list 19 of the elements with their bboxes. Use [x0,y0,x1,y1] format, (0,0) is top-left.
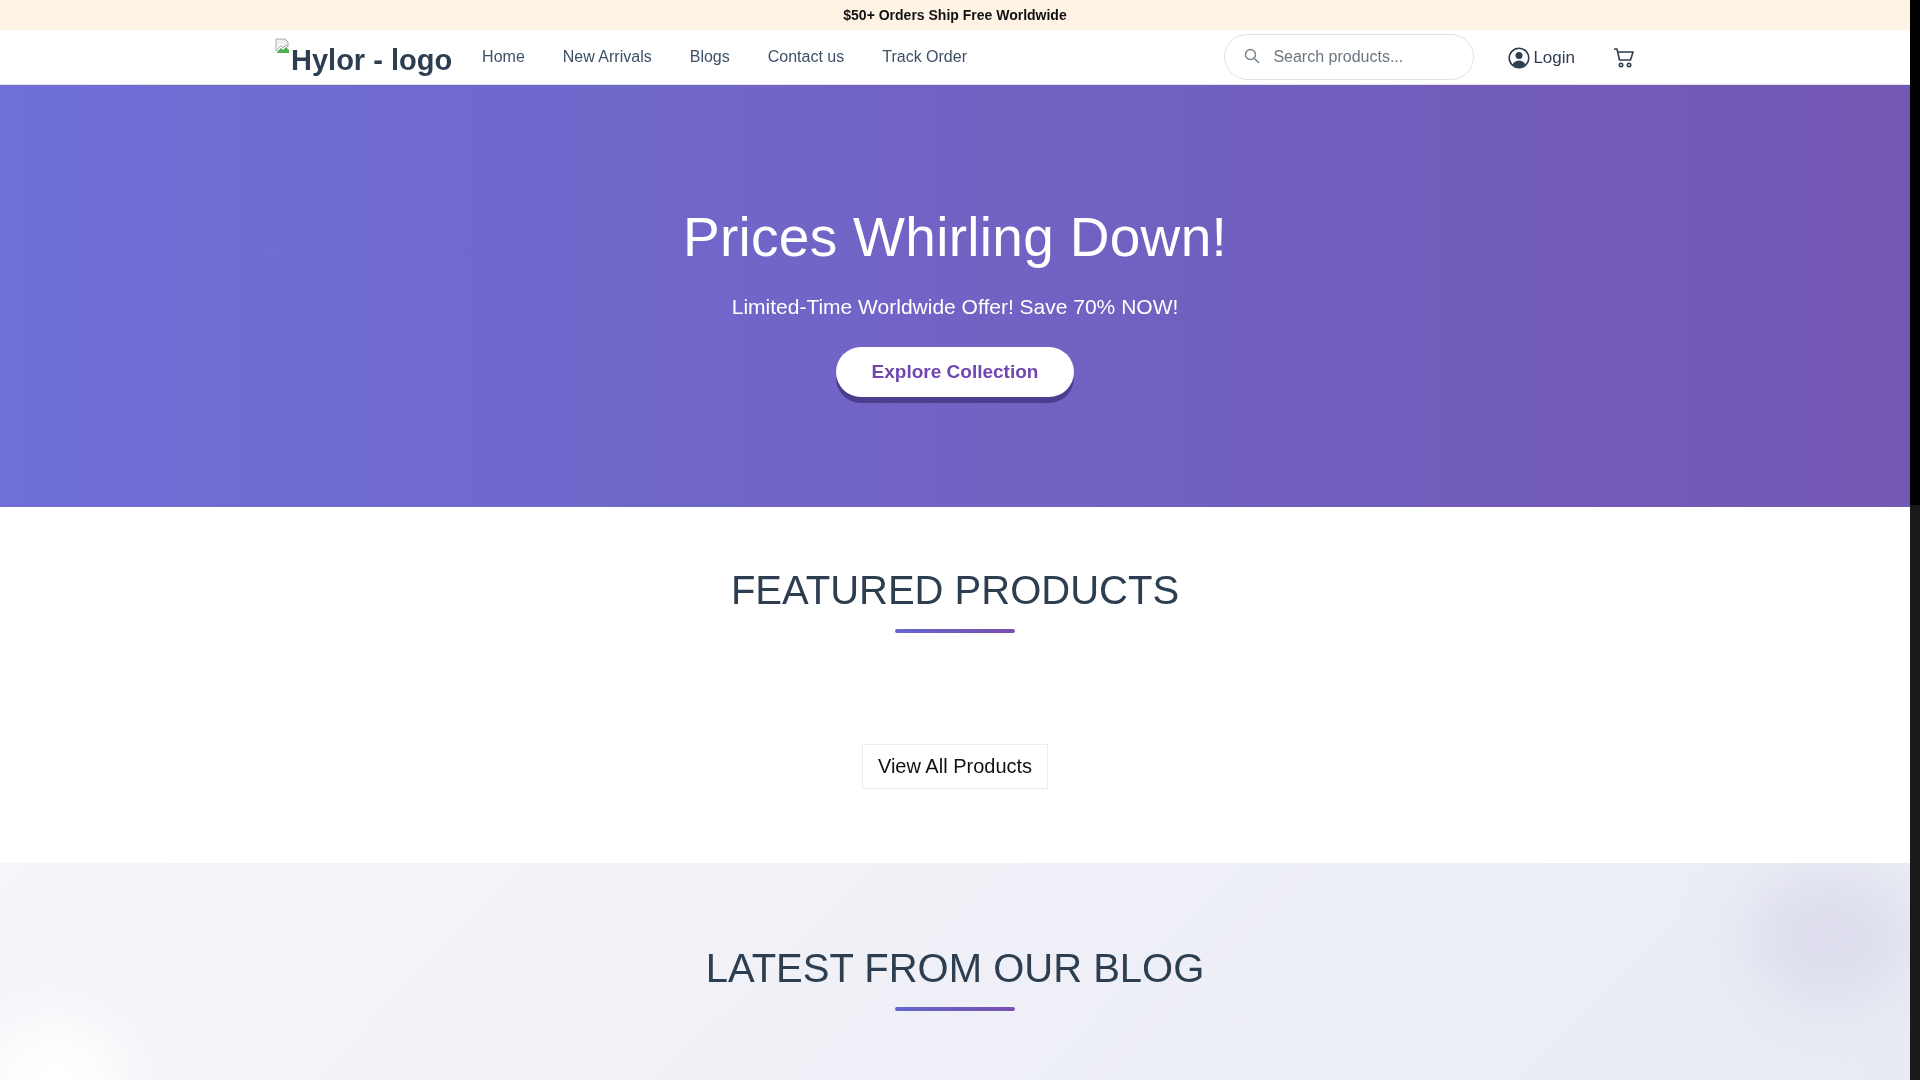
nav-link[interactable]: New Arrivals [562,48,652,66]
announcement-text: $50+ Orders Ship Free Worldwide [843,7,1067,23]
nav-link[interactable]: Blogs [689,48,730,66]
nav-link[interactable]: Home [482,48,525,66]
broken-image-icon [275,38,291,54]
search-field[interactable]: Search products... [1224,34,1475,80]
nav-link[interactable]: Contact us [767,48,845,66]
user-icon [1508,47,1531,69]
logo-link[interactable]: Hylor - logo [275,37,453,77]
login-link[interactable]: Login [1508,47,1575,69]
hero-subtitle: Limited-Time Worldwide Offer! Save 70% NOW! [731,295,1179,319]
cart-icon[interactable] [1613,47,1635,69]
scrollbar[interactable] [1910,0,1920,1080]
hero-title: Prices Whirling Down! [682,205,1228,269]
scrollbar-thumb[interactable] [1910,0,1920,505]
view-all-button[interactable]: View All Products [862,744,1048,789]
section-title: FEATURED PRODUCTS [730,568,1180,613]
section-title: LATEST FROM OUR BLOG [705,946,1205,991]
nav-link[interactable]: Track Order [882,48,967,66]
